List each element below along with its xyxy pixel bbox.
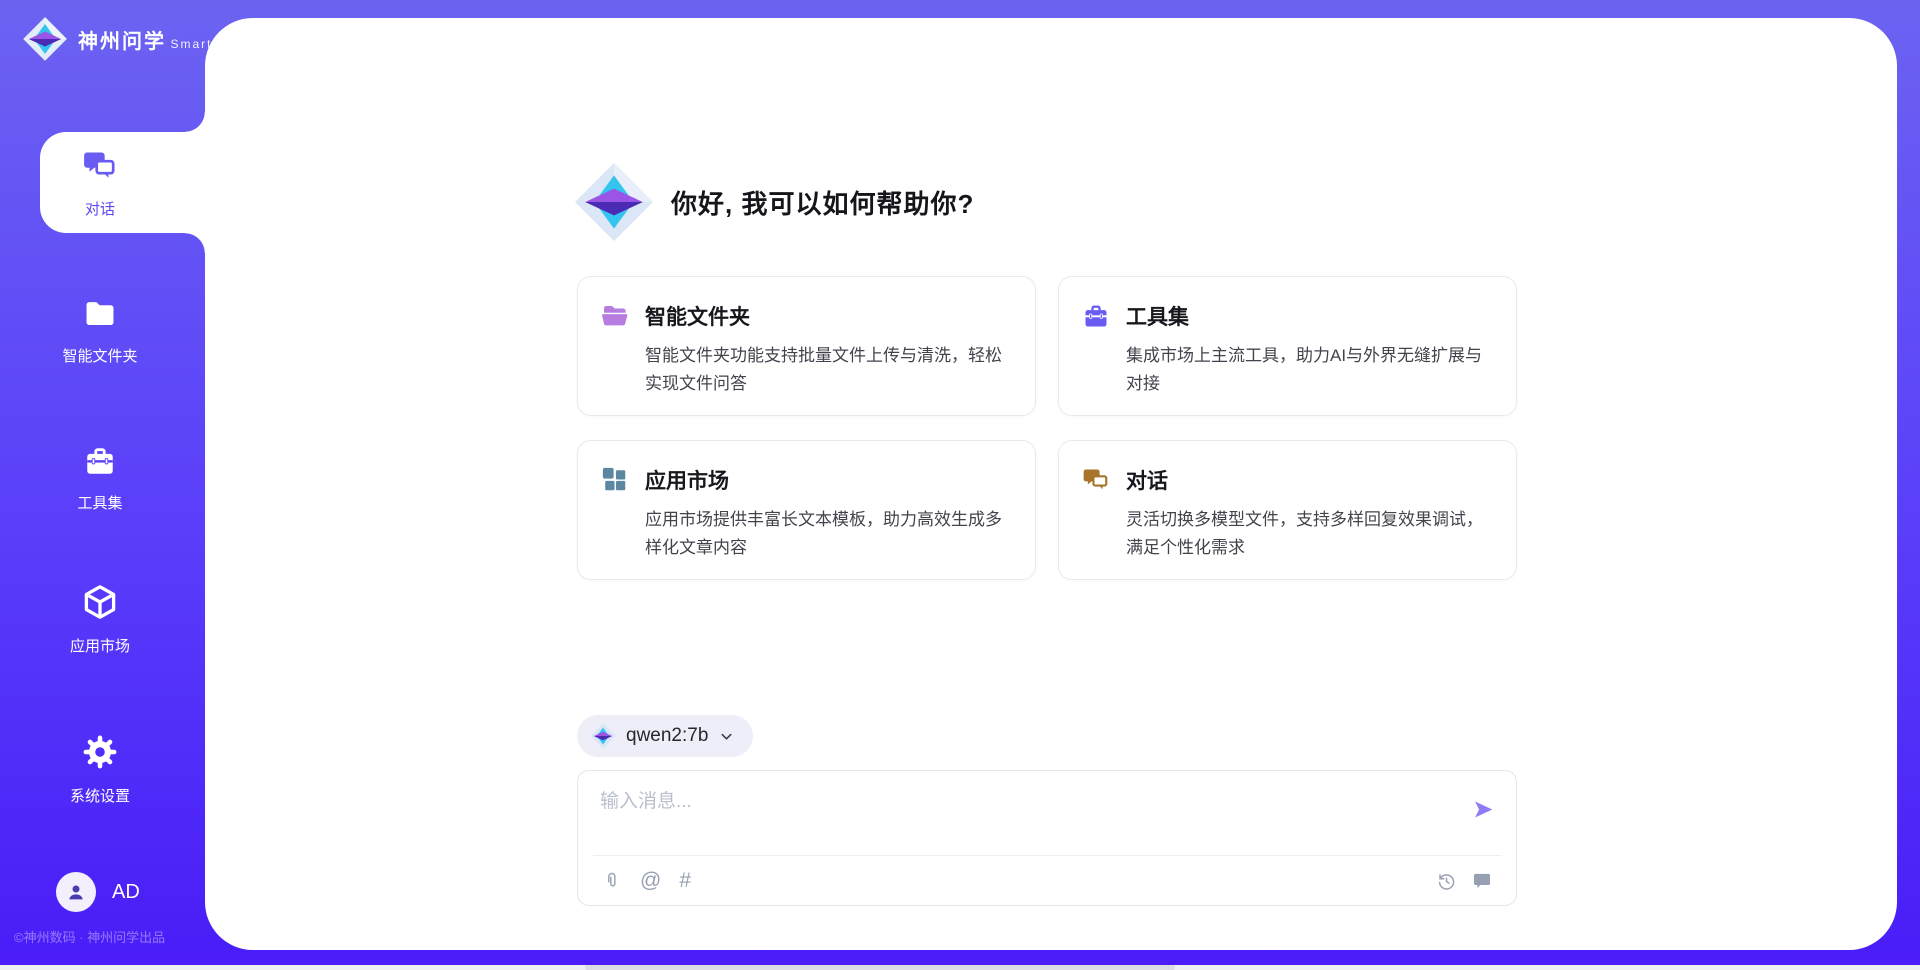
- sidebar-item-label: 对话: [0, 198, 200, 219]
- sidebar-item-chat[interactable]: 对话: [0, 148, 200, 219]
- send-icon[interactable]: [1472, 798, 1495, 821]
- sidebar-item-label: 应用市场: [0, 635, 200, 656]
- greeting-title: 你好, 我可以如何帮助你?: [671, 184, 974, 221]
- card-title: 智能文件夹: [645, 301, 750, 331]
- card-title: 应用市场: [645, 465, 729, 495]
- toolbox-icon: [82, 444, 118, 478]
- composer-toolbar: @ #: [602, 868, 1492, 894]
- card-description: 集成市场上主流工具，助力AI与外界无缝扩展与对接: [1126, 342, 1490, 397]
- folder-open-icon: [600, 302, 630, 330]
- sidebar-item-settings[interactable]: 系统设置: [0, 733, 200, 806]
- folder-icon: [82, 297, 118, 331]
- model-name: qwen2:7b: [626, 725, 708, 747]
- feature-cards: 智能文件夹 智能文件夹功能支持批量文件上传与清洗，轻松实现文件问答 工具集: [577, 276, 1517, 580]
- card-description: 应用市场提供丰富长文本模板，助力高效生成多样化文章内容: [645, 506, 1009, 561]
- composer-divider: [593, 855, 1501, 856]
- card-app-market[interactable]: 应用市场 应用市场提供丰富长文本模板，助力高效生成多样化文章内容: [577, 440, 1036, 580]
- user-name: AD: [112, 881, 140, 904]
- active-tab-fillet-top: [185, 112, 206, 132]
- message-input[interactable]: [600, 786, 1450, 844]
- history-icon[interactable]: [1436, 871, 1457, 892]
- model-selector[interactable]: qwen2:7b: [577, 715, 753, 757]
- message-composer: @ #: [577, 770, 1517, 906]
- chat-bubbles-icon: [1081, 466, 1111, 494]
- greeting: 你好, 我可以如何帮助你?: [573, 161, 974, 243]
- comment-icon[interactable]: [1472, 871, 1492, 891]
- sidebar-item-label: 工具集: [0, 492, 200, 513]
- avatar: [56, 872, 96, 912]
- card-chat[interactable]: 对话 灵活切换多模型文件，支持多样回复效果调试，满足个性化需求: [1058, 440, 1517, 580]
- card-description: 智能文件夹功能支持批量文件上传与清洗，轻松实现文件问答: [645, 342, 1009, 397]
- chevron-down-icon: [718, 728, 735, 745]
- paperclip-icon[interactable]: [602, 870, 622, 892]
- card-title: 工具集: [1126, 301, 1189, 331]
- brand-title: 神州问学: [78, 31, 166, 53]
- card-description: 灵活切换多模型文件，支持多样回复效果调试，满足个性化需求: [1126, 506, 1490, 561]
- scrollbar-thumb[interactable]: [585, 965, 1175, 970]
- sidebar-item-label: 智能文件夹: [0, 345, 200, 366]
- mention-icon[interactable]: @: [640, 870, 661, 892]
- chat-bubbles-icon: [81, 148, 119, 184]
- gear-icon: [81, 733, 119, 771]
- toolbox-icon: [1081, 302, 1111, 330]
- sidebar-item-smart-folder[interactable]: 智能文件夹: [0, 297, 200, 366]
- hashtag-icon[interactable]: #: [679, 870, 691, 892]
- assistant-diamond-logo-icon: [573, 161, 655, 243]
- card-toolset[interactable]: 工具集 集成市场上主流工具，助力AI与外界无缝扩展与对接: [1058, 276, 1517, 416]
- main-panel: 你好, 我可以如何帮助你? 智能文件夹 智能文件夹功能支持批量文件上传与清洗，轻…: [205, 18, 1897, 950]
- sidebar-item-label: 系统设置: [0, 785, 200, 806]
- horizontal-scrollbar[interactable]: [0, 965, 1920, 970]
- sidebar-item-toolset[interactable]: 工具集: [0, 444, 200, 513]
- active-tab-fillet-bottom: [185, 233, 206, 253]
- brand-diamond-logo-icon: [22, 16, 68, 62]
- card-smart-folder[interactable]: 智能文件夹 智能文件夹功能支持批量文件上传与清洗，轻松实现文件问答: [577, 276, 1036, 416]
- copyright: ©神州数码 · 神州问学出品: [14, 927, 204, 946]
- apps-grid-icon: [600, 466, 630, 494]
- person-icon: [64, 880, 88, 904]
- cube-icon: [81, 583, 119, 621]
- sidebar-item-app-market[interactable]: 应用市场: [0, 583, 200, 656]
- model-diamond-logo-icon: [590, 723, 616, 749]
- card-title: 对话: [1126, 465, 1168, 495]
- user-account[interactable]: AD: [56, 872, 140, 912]
